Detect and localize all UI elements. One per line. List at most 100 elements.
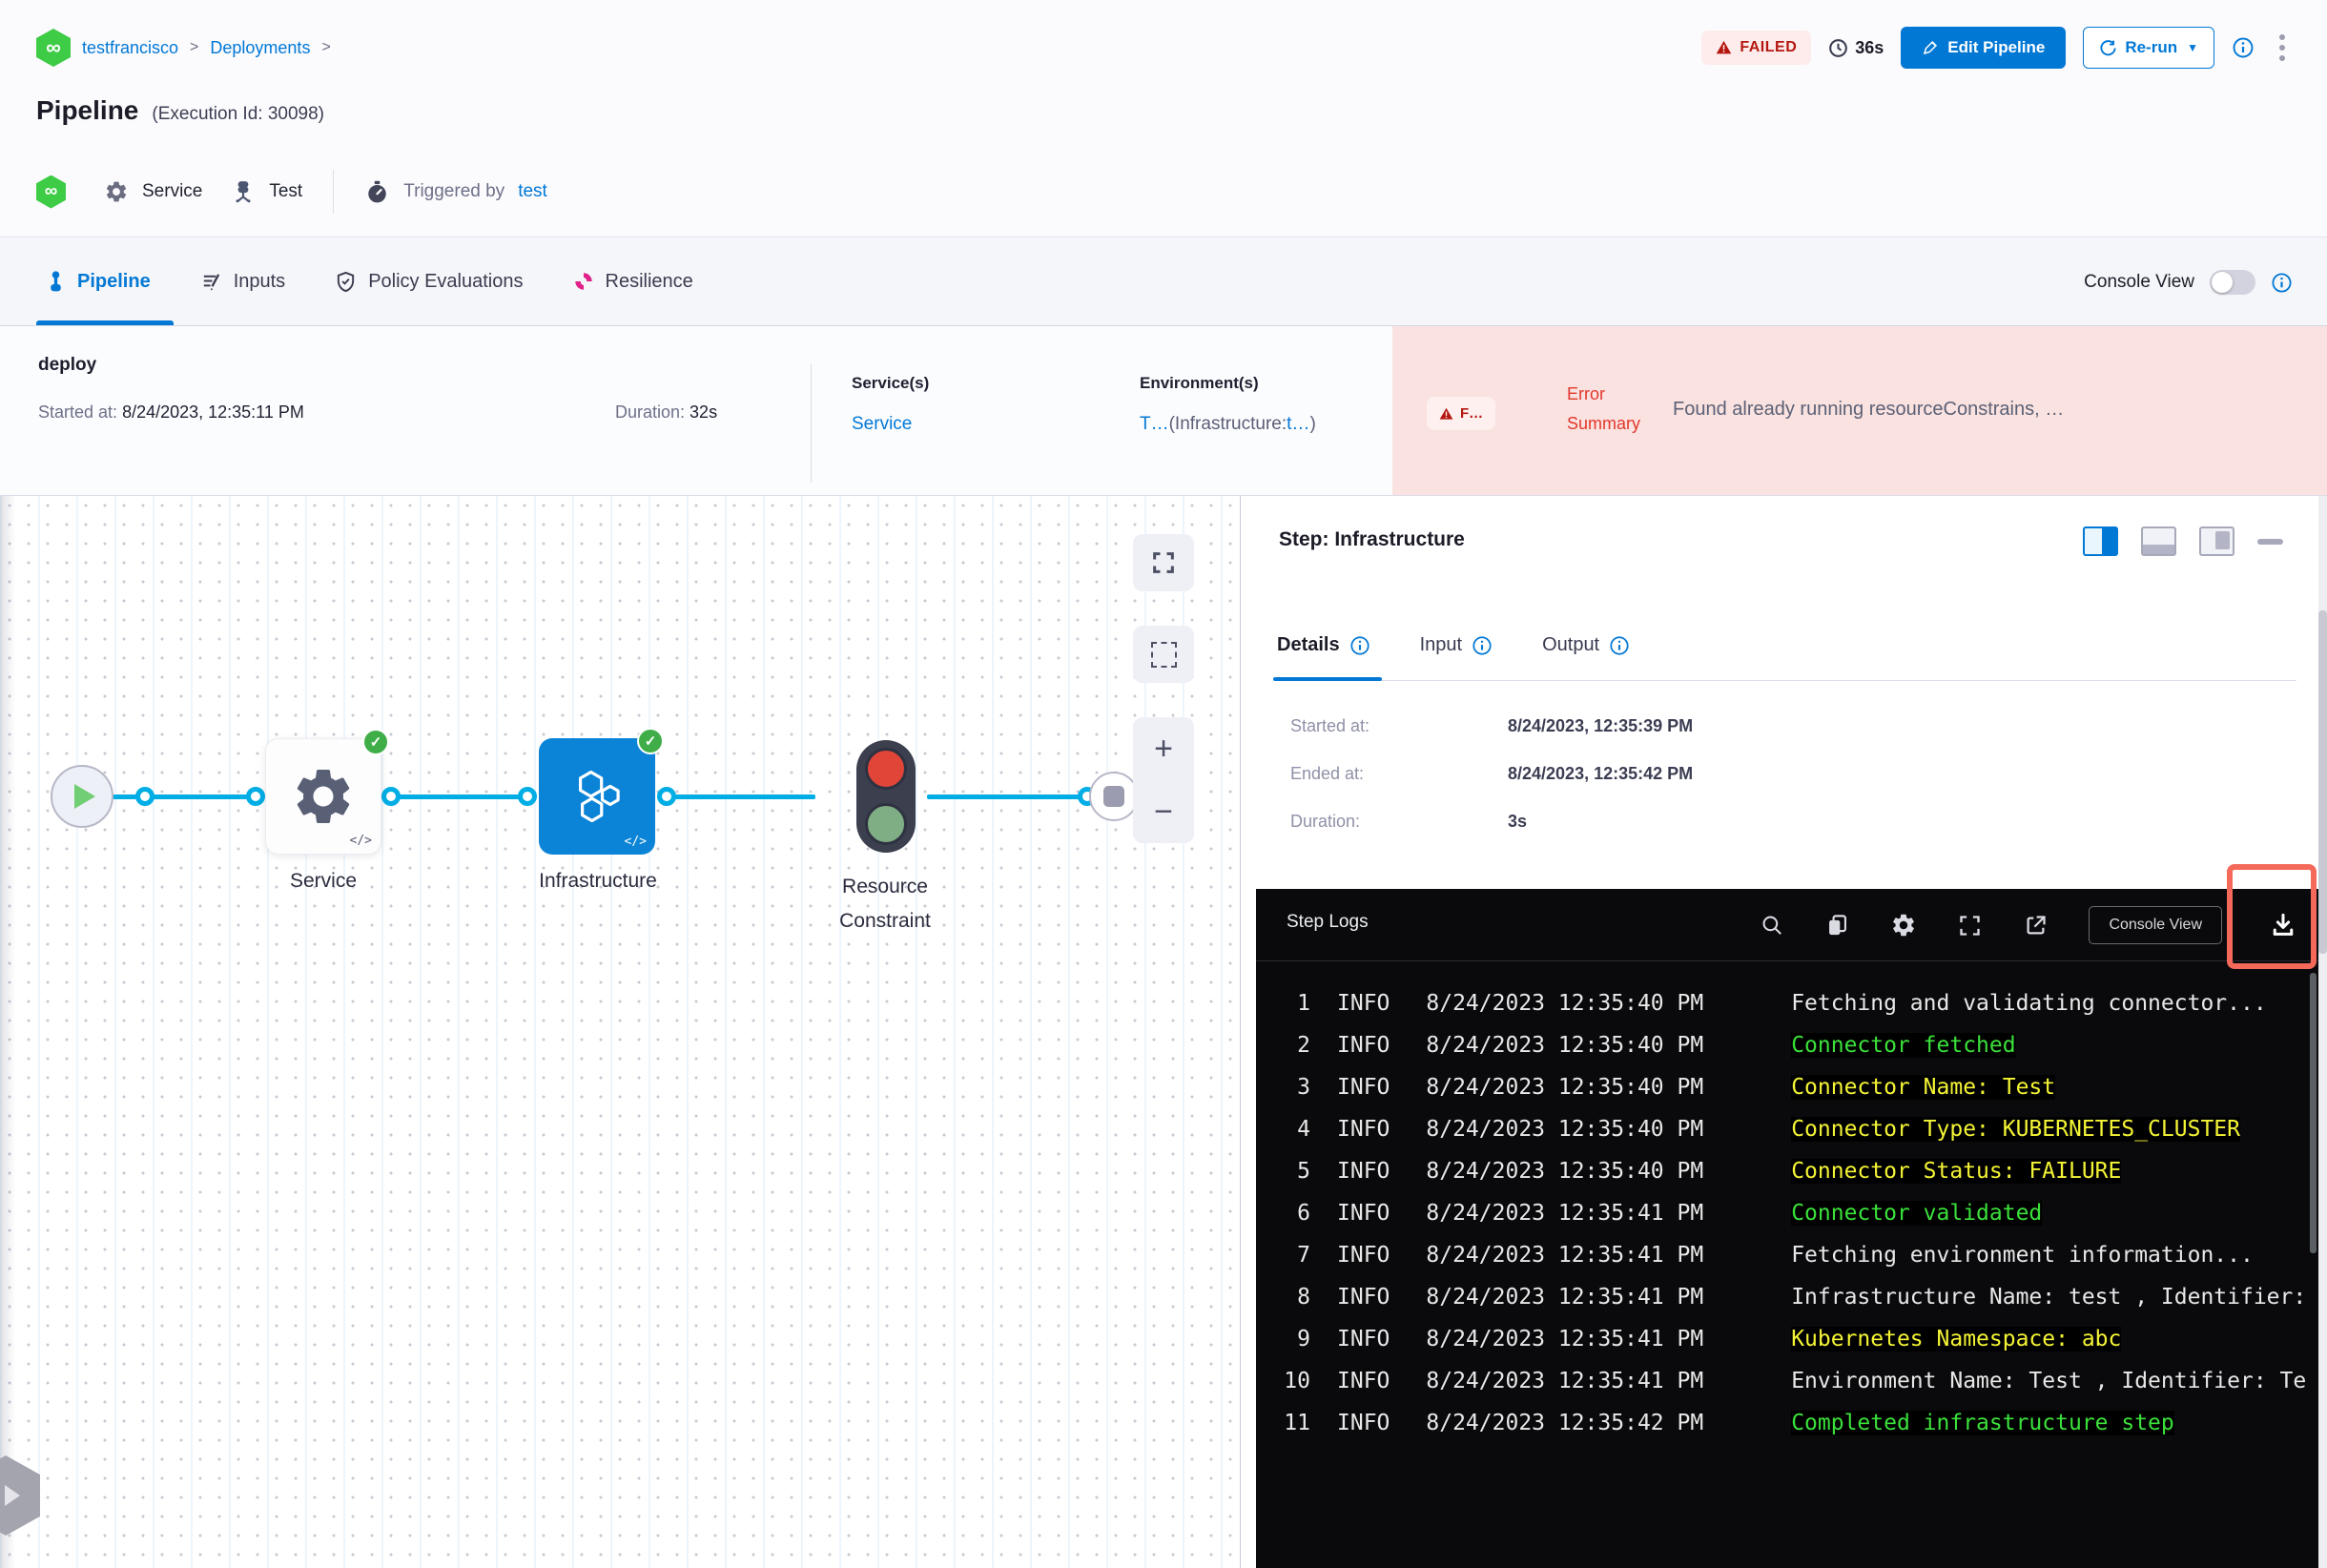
tab-resilience-label: Resilience: [605, 270, 693, 292]
log-line-number: 6: [1297, 1201, 1310, 1226]
traffic-light-green: [865, 803, 907, 845]
triggered-by-label: Triggered by: [403, 181, 505, 201]
layout-bottom-split-icon[interactable]: [2141, 526, 2176, 556]
triggered-by-user[interactable]: test: [518, 181, 547, 202]
settings-gear-icon[interactable]: [1890, 912, 1917, 939]
play-icon: [74, 784, 95, 809]
log-line: 1 INFO 8/24/2023 12:35:40 PM Fetching an…: [1256, 982, 2327, 1024]
log-level: INFO: [1337, 1327, 1390, 1351]
edge-connector: [665, 794, 815, 799]
log-timestamp: 8/24/2023 12:35:42 PM: [1426, 1411, 1704, 1435]
zoom-out-button[interactable]: −: [1154, 795, 1173, 828]
expand-left-panel-button[interactable]: [0, 1455, 40, 1536]
info-icon[interactable]: [2232, 36, 2255, 59]
log-level: INFO: [1337, 1159, 1390, 1184]
step-detail-rows: Started at: 8/24/2023, 12:35:39 PM Ended…: [1290, 702, 1693, 845]
tab-input[interactable]: Input: [1420, 610, 1493, 680]
environment-icon: [231, 179, 256, 204]
warning-icon: [1439, 407, 1453, 420]
log-message: Kubernetes Namespace: abc: [1791, 1327, 2122, 1351]
service-name: Service: [142, 181, 203, 201]
environment-primary[interactable]: T…: [1140, 414, 1169, 434]
log-line: 9 INFO 8/24/2023 12:35:41 PM Kubernetes …: [1256, 1318, 2327, 1360]
search-icon[interactable]: [1760, 913, 1784, 938]
inputs-icon: [203, 273, 219, 290]
step-tabs: Details Input Output: [1273, 610, 2296, 681]
log-message: Connector Name: Test: [1791, 1075, 2056, 1100]
log-timestamp: 8/24/2023 12:35:41 PM: [1426, 1201, 1704, 1226]
log-lines[interactable]: 1 INFO 8/24/2023 12:35:40 PM Fetching an…: [1256, 982, 2327, 1568]
total-duration: 36s: [1828, 38, 1884, 58]
fullscreen-icon[interactable]: [1957, 913, 1983, 939]
layout-right-split-icon[interactable]: [2083, 526, 2118, 556]
layout-floating-icon[interactable]: [2199, 526, 2234, 556]
divider: [811, 364, 812, 483]
log-line-number: 9: [1297, 1327, 1310, 1351]
console-view-button[interactable]: Console View: [2089, 906, 2222, 944]
canvas-select-button[interactable]: [1133, 626, 1194, 683]
rerun-button[interactable]: Re-run ▼: [2083, 27, 2214, 69]
download-icon[interactable]: [2269, 911, 2297, 939]
step-logs-section: Step Logs Console View 1 INFO 8/24/2023 …: [1256, 864, 2327, 1568]
edit-pipeline-button[interactable]: Edit Pipeline: [1901, 27, 2067, 69]
more-options-icon[interactable]: [2272, 31, 2293, 65]
info-icon[interactable]: [1472, 635, 1493, 656]
tab-output[interactable]: Output: [1542, 610, 1630, 680]
service-link[interactable]: Service: [852, 414, 912, 435]
log-line: 10 INFO 8/24/2023 12:35:41 PM Environmen…: [1256, 1360, 2327, 1402]
info-icon[interactable]: [1349, 635, 1370, 656]
breadcrumb-project-link[interactable]: testfrancisco: [82, 38, 178, 58]
resource-constraint-node[interactable]: [856, 740, 916, 853]
log-level: INFO: [1337, 1075, 1390, 1100]
step-logs-header: Step Logs Console View: [1256, 864, 2327, 969]
info-icon[interactable]: [1609, 635, 1630, 656]
harness-infinity-icon: ∞: [36, 175, 66, 209]
tab-inputs[interactable]: Inputs: [200, 237, 285, 325]
panel-scrollbar-thumb[interactable]: [2318, 610, 2327, 954]
stage-duration: Duration: 32s: [615, 402, 717, 423]
environment-infra-prefix: (Infrastructure:: [1168, 414, 1287, 434]
log-line-number: 3: [1297, 1075, 1310, 1100]
edge-port: [381, 787, 401, 806]
log-line-number: 4: [1297, 1117, 1310, 1142]
title-row: Pipeline (Execution Id: 30098): [36, 95, 324, 126]
breadcrumb-deployments-link[interactable]: Deployments: [210, 38, 310, 58]
open-external-icon[interactable]: [2023, 913, 2049, 939]
error-badge-label: F…: [1460, 405, 1484, 422]
service-step-node[interactable]: ✓ </>: [265, 729, 389, 855]
minimize-panel-icon[interactable]: [2257, 538, 2283, 545]
console-view-toggle[interactable]: [2210, 270, 2255, 295]
log-message: Infrastructure Name: test , Identifier:: [1791, 1285, 2307, 1310]
pipeline-graph-canvas[interactable]: ✓ </> Service ✓ </> Infrastructure Resou…: [0, 496, 1240, 1568]
chevron-down-icon: ▼: [2187, 41, 2198, 54]
environment-infra-value[interactable]: t…: [1287, 414, 1309, 434]
tab-resilience[interactable]: Resilience: [573, 237, 693, 325]
console-view-label: Console View: [2084, 272, 2194, 292]
tab-details[interactable]: Details: [1273, 610, 1382, 681]
log-message: Connector Type: KUBERNETES_CLUSTER: [1791, 1117, 2240, 1142]
log-line: 2 INFO 8/24/2023 12:35:40 PM Connector f…: [1256, 1024, 2327, 1066]
environment-value[interactable]: T…(Infrastructure:t…): [1140, 414, 1316, 435]
end-node[interactable]: [1089, 772, 1139, 821]
tab-policy-evaluations[interactable]: Policy Evaluations: [335, 237, 524, 325]
tab-pipeline-label: Pipeline: [77, 270, 151, 292]
log-level: INFO: [1337, 1201, 1390, 1226]
error-summary-text: Found already running resourceConstrains…: [1673, 399, 2065, 420]
copy-icon[interactable]: [1824, 913, 1850, 939]
fullscreen-icon: [1153, 552, 1174, 573]
gear-icon: [104, 179, 129, 204]
success-check-icon: ✓: [362, 729, 389, 755]
infrastructure-step-node[interactable]: ✓ </>: [539, 728, 664, 855]
tab-details-label: Details: [1277, 634, 1340, 655]
edge-port: [518, 787, 537, 806]
info-icon[interactable]: [2271, 272, 2293, 294]
zoom-in-button[interactable]: +: [1154, 732, 1173, 765]
panel-scrollbar[interactable]: [2318, 496, 2327, 1568]
tab-pipeline[interactable]: Pipeline: [36, 237, 174, 325]
logs-scrollbar-thumb[interactable]: [2310, 973, 2317, 1253]
canvas-fullscreen-button[interactable]: [1133, 534, 1194, 591]
status-badge-label: FAILED: [1740, 39, 1798, 55]
start-node[interactable]: [51, 765, 113, 828]
gear-icon: [297, 770, 350, 823]
log-timestamp: 8/24/2023 12:35:40 PM: [1426, 1033, 1704, 1058]
